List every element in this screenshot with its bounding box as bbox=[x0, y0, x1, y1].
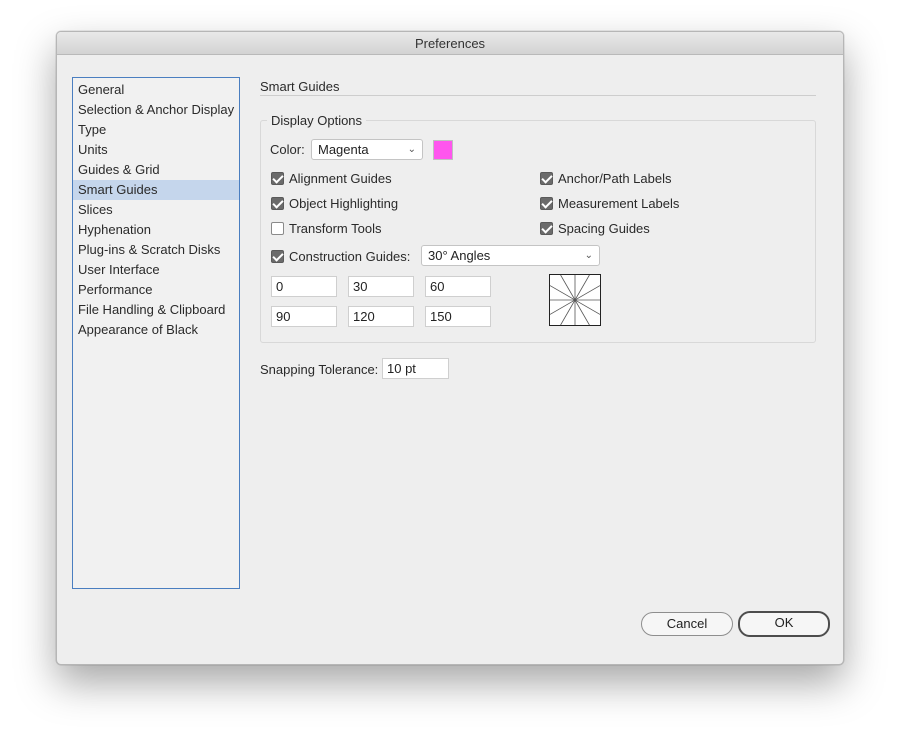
preferences-category-list[interactable]: General Selection & Anchor Display Type … bbox=[72, 77, 240, 589]
anchor-path-labels-option[interactable]: Anchor/Path Labels bbox=[540, 169, 671, 187]
angle-input-5[interactable]: 120 bbox=[348, 306, 414, 327]
chevron-down-icon: ⌄ bbox=[407, 144, 416, 155]
color-select[interactable]: Magenta ⌄ bbox=[311, 139, 423, 160]
construction-angles-value: 30° Angles bbox=[428, 248, 491, 263]
alignment-guides-checkbox[interactable] bbox=[271, 171, 284, 185]
sidebar-item-performance[interactable]: Performance bbox=[73, 280, 239, 300]
sidebar-item-type[interactable]: Type bbox=[73, 120, 239, 140]
angle-input-6[interactable]: 150 bbox=[425, 306, 491, 327]
angle-input-1[interactable]: 0 bbox=[271, 276, 337, 297]
object-highlighting-label: Object Highlighting bbox=[289, 195, 399, 211]
angle-preview-lines bbox=[549, 274, 601, 326]
measurement-labels-label: Measurement Labels bbox=[558, 195, 680, 211]
section-title: Smart Guides bbox=[260, 77, 816, 96]
sidebar-item-user-interface[interactable]: User Interface bbox=[73, 260, 239, 280]
smart-guides-panel: Smart Guides Display Options Color: Mage… bbox=[260, 77, 816, 379]
transform-tools-label: Transform Tools bbox=[289, 220, 382, 236]
snapping-tolerance-input[interactable]: 10 pt bbox=[382, 358, 449, 379]
sidebar-item-selection-anchor-display[interactable]: Selection & Anchor Display bbox=[73, 100, 239, 120]
sidebar-item-guides-grid[interactable]: Guides & Grid bbox=[73, 160, 239, 180]
display-options-group: Display Options Color: Magenta ⌄ Alignme… bbox=[260, 113, 816, 343]
sidebar-item-smart-guides[interactable]: Smart Guides bbox=[73, 180, 239, 200]
color-label: Color: bbox=[270, 142, 305, 157]
transform-tools-option[interactable]: Transform Tools bbox=[271, 219, 381, 237]
angle-input-3[interactable]: 60 bbox=[425, 276, 491, 297]
cancel-button[interactable]: Cancel bbox=[641, 612, 733, 636]
construction-guides-label: Construction Guides: bbox=[289, 248, 411, 264]
angle-preview bbox=[549, 274, 601, 326]
color-swatch[interactable] bbox=[433, 140, 453, 160]
sidebar-item-units[interactable]: Units bbox=[73, 140, 239, 160]
measurement-labels-option[interactable]: Measurement Labels bbox=[540, 194, 679, 212]
spacing-guides-checkbox[interactable] bbox=[540, 221, 553, 235]
alignment-guides-label: Alignment Guides bbox=[289, 170, 392, 186]
construction-guides-option[interactable]: Construction Guides: bbox=[271, 247, 410, 265]
angle-input-2[interactable]: 30 bbox=[348, 276, 414, 297]
snapping-tolerance-label: Snapping Tolerance: bbox=[260, 362, 379, 377]
object-highlighting-checkbox[interactable] bbox=[271, 196, 284, 210]
spacing-guides-option[interactable]: Spacing Guides bbox=[540, 219, 650, 237]
display-options-title: Display Options bbox=[267, 113, 367, 128]
chevron-down-icon: ⌄ bbox=[584, 250, 593, 261]
sidebar-item-slices[interactable]: Slices bbox=[73, 200, 239, 220]
sidebar-item-plugins-scratch-disks[interactable]: Plug-ins & Scratch Disks bbox=[73, 240, 239, 260]
color-select-value: Magenta bbox=[318, 142, 369, 157]
measurement-labels-checkbox[interactable] bbox=[540, 196, 553, 210]
sidebar-item-file-handling-clipboard[interactable]: File Handling & Clipboard bbox=[73, 300, 239, 320]
spacing-guides-label: Spacing Guides bbox=[558, 220, 650, 236]
sidebar-item-general[interactable]: General bbox=[73, 80, 239, 100]
angle-input-4[interactable]: 90 bbox=[271, 306, 337, 327]
ok-button[interactable]: OK bbox=[738, 611, 830, 637]
alignment-guides-option[interactable]: Alignment Guides bbox=[271, 169, 392, 187]
sidebar-item-appearance-of-black[interactable]: Appearance of Black bbox=[73, 320, 239, 340]
anchor-path-labels-checkbox[interactable] bbox=[540, 171, 553, 185]
construction-guides-checkbox[interactable] bbox=[271, 249, 284, 263]
window-title: Preferences bbox=[57, 32, 843, 55]
anchor-path-labels-label: Anchor/Path Labels bbox=[558, 170, 672, 186]
object-highlighting-option[interactable]: Object Highlighting bbox=[271, 194, 398, 212]
transform-tools-checkbox[interactable] bbox=[271, 221, 284, 235]
preferences-dialog: Preferences General Selection & Anchor D… bbox=[56, 31, 844, 665]
sidebar-item-hyphenation[interactable]: Hyphenation bbox=[73, 220, 239, 240]
construction-angles-select[interactable]: 30° Angles ⌄ bbox=[421, 245, 600, 266]
